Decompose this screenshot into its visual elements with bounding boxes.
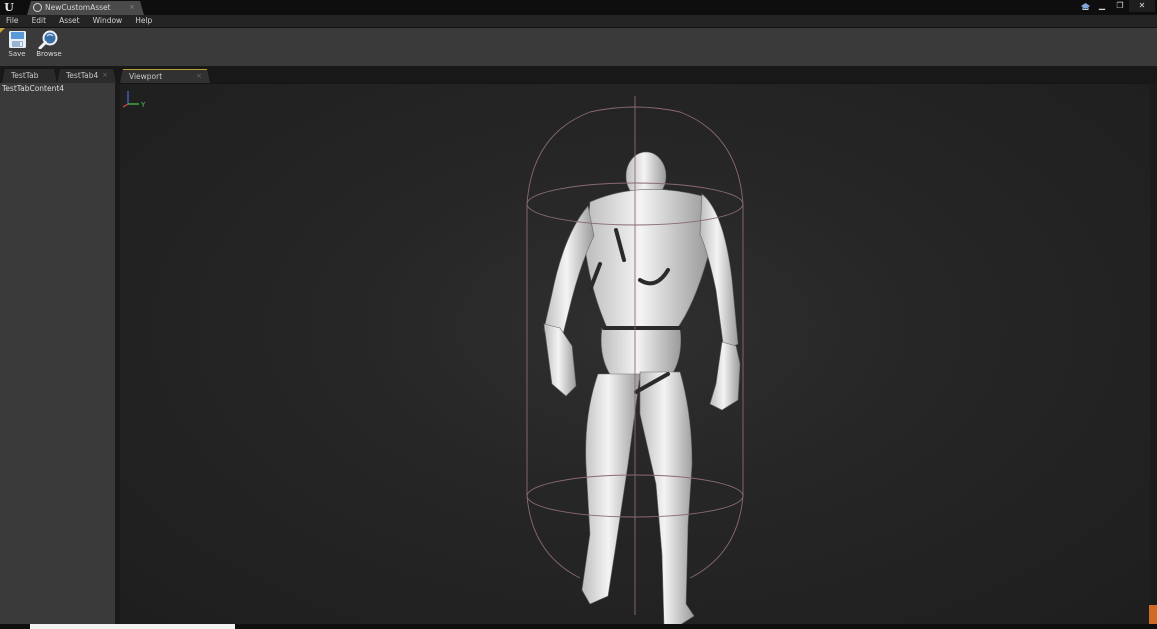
window-controls: ▁ ❐ ✕ — [1093, 0, 1155, 12]
tab-testtab4-label: TestTab4 — [66, 71, 99, 80]
tab-viewport-label: Viewport — [129, 72, 163, 81]
menu-asset[interactable]: Asset — [59, 15, 80, 27]
browse-button[interactable]: Browse — [36, 30, 62, 59]
menu-help[interactable]: Help — [135, 15, 152, 27]
title-bar: U NewCustomAsset × ▁ ❐ ✕ — [0, 0, 1157, 15]
document-tab-close-icon[interactable]: × — [129, 2, 135, 13]
tab-testtab4-close-icon[interactable]: × — [102, 69, 108, 82]
viewport-3d[interactable]: Y — [120, 83, 1150, 624]
asset-circle-icon — [33, 3, 42, 12]
tab-viewport-close-icon[interactable]: × — [196, 70, 202, 83]
tab-viewport[interactable]: Viewport × — [120, 69, 210, 83]
menu-bar: File Edit Asset Window Help — [0, 15, 1157, 27]
axis-gizmo-icon: Y — [122, 91, 146, 109]
panel-tab-row: TestTab TestTab4 × Viewport × — [0, 66, 1157, 83]
menu-window[interactable]: Window — [93, 15, 123, 27]
unreal-logo-icon[interactable]: U — [2, 1, 16, 14]
editor-window: U NewCustomAsset × ▁ ❐ ✕ File Edit Asset… — [0, 0, 1157, 629]
axis-y-label: Y — [140, 101, 146, 109]
toolbar: Save Browse — [0, 27, 1157, 66]
magnifier-icon — [38, 30, 58, 49]
browse-button-label: Browse — [36, 50, 62, 58]
tab-testtab-label: TestTab — [11, 71, 39, 80]
status-strip — [30, 624, 235, 629]
minimize-button[interactable]: ▁ — [1093, 0, 1111, 12]
tab-testtab4[interactable]: TestTab4 × — [57, 69, 116, 83]
panel-content-text: TestTabContent4 — [2, 84, 65, 93]
restore-button[interactable]: ❐ — [1111, 0, 1129, 12]
tab-testtab[interactable]: TestTab — [2, 69, 57, 83]
character-scene — [526, 96, 744, 624]
save-button-label: Save — [8, 50, 26, 58]
close-window-button[interactable]: ✕ — [1129, 0, 1155, 12]
save-icon — [8, 31, 26, 48]
toolbar-corner-marker — [0, 28, 5, 33]
save-button[interactable]: Save — [6, 30, 28, 59]
document-tab[interactable]: NewCustomAsset × — [27, 1, 144, 15]
viewport-right-edge — [1150, 83, 1157, 624]
menu-file[interactable]: File — [6, 15, 19, 27]
menu-edit[interactable]: Edit — [32, 15, 47, 27]
side-indicator[interactable] — [1149, 605, 1157, 624]
test-tab-panel: TestTabContent4 — [0, 83, 115, 624]
document-tab-label: NewCustomAsset — [45, 3, 111, 12]
notification-icon[interactable] — [1080, 2, 1091, 11]
